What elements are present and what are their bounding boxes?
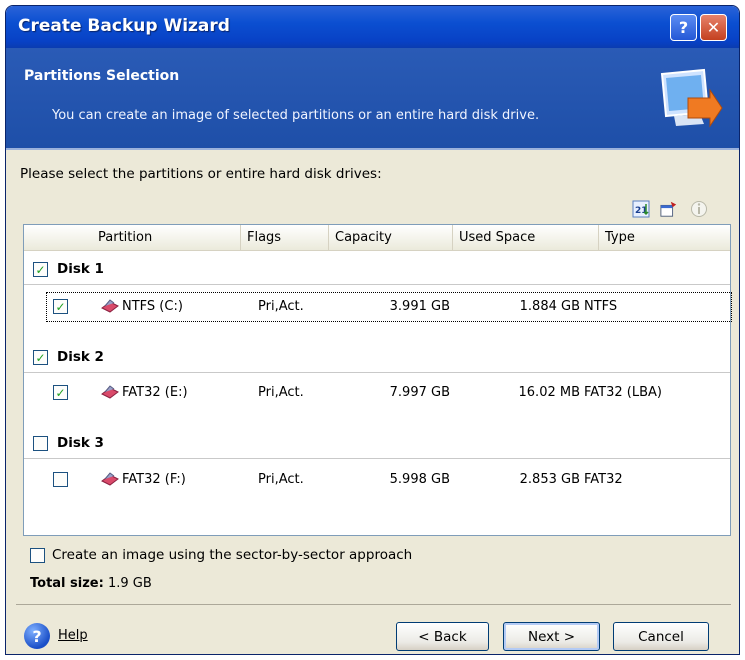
grid-header: Partition Flags Capacity Used Space Type [24, 225, 730, 251]
partition-name: FAT32 (E:) [122, 385, 188, 400]
partition-row-f[interactable]: FAT32 (F:) Pri,Act. 5.998 GB 2.853 GB FA… [24, 465, 730, 495]
partition-capacity: 5.998 GB [389, 472, 450, 487]
disk-3-checkbox[interactable] [33, 436, 48, 451]
check-icon: ✓ [55, 299, 66, 314]
info-icon[interactable] [690, 200, 708, 218]
window-title: Create Backup Wizard [18, 16, 230, 36]
selection-prompt: Please select the partitions or entire h… [20, 166, 382, 182]
footer-divider [16, 604, 731, 605]
help-label[interactable]: Help [58, 628, 88, 643]
grid-toolbar: 21 [632, 200, 722, 220]
total-size-value: 1.9 GB [107, 576, 152, 591]
total-size: Total size: 1.9 GB [30, 576, 152, 591]
title-bar: Create Backup Wizard ? ✕ [6, 6, 739, 48]
next-button[interactable]: Next > [503, 622, 600, 651]
help-icon[interactable]: ? [24, 623, 50, 649]
partition-row-c[interactable]: ✓ NTFS (C:) Pri,Act. 3.991 GB 1.884 GB N… [24, 292, 732, 322]
close-icon: ✕ [706, 18, 721, 37]
disk-label: Disk 3 [57, 435, 104, 451]
partition-c-checkbox[interactable]: ✓ [53, 299, 68, 314]
computer-backup-icon [660, 68, 723, 128]
divider [24, 284, 730, 285]
disk-row-2[interactable]: ✓ Disk 2 [24, 345, 730, 373]
page-subtitle: You can create an image of selected part… [52, 108, 540, 123]
disk-1-checkbox[interactable]: ✓ [33, 262, 48, 277]
partition-f-checkbox[interactable] [53, 472, 68, 487]
cancel-button-label: Cancel [638, 628, 684, 645]
next-button-label: Next > [527, 628, 576, 645]
partition-icon [101, 472, 119, 486]
divider [24, 458, 730, 459]
partition-grid[interactable]: Partition Flags Capacity Used Space Type… [23, 224, 732, 536]
sector-by-sector-checkbox[interactable] [30, 548, 45, 563]
column-header-used-space[interactable]: Used Space [452, 225, 598, 251]
close-button[interactable]: ✕ [700, 14, 727, 41]
column-header-partition[interactable]: Partition [92, 225, 240, 251]
partition-used-space: 2.853 GB [519, 472, 580, 487]
partition-icon [101, 299, 119, 313]
column-header-flags[interactable]: Flags [240, 225, 328, 251]
partition-capacity: 3.991 GB [389, 299, 450, 314]
divider [24, 372, 730, 373]
page-title: Partitions Selection [24, 68, 180, 84]
sort-icon[interactable]: 21 [632, 200, 650, 218]
partition-name: NTFS (C:) [122, 299, 183, 314]
properties-icon[interactable] [660, 200, 678, 218]
partition-row-e[interactable]: ✓ FAT32 (E:) Pri,Act. 7.997 GB 16.02 MB … [24, 378, 730, 408]
back-button-label: < Back [418, 628, 467, 645]
disk-row-1[interactable]: ✓ Disk 1 [24, 257, 730, 285]
disk-2-checkbox[interactable]: ✓ [33, 350, 48, 365]
total-size-label: Total size: [30, 576, 104, 591]
column-header-check[interactable] [24, 225, 92, 251]
column-header-type[interactable]: Type [598, 225, 732, 251]
disk-label: Disk 2 [57, 349, 104, 365]
partition-capacity: 7.997 GB [389, 385, 450, 400]
column-header-capacity[interactable]: Capacity [328, 225, 452, 251]
partition-type: FAT32 (LBA) [584, 385, 662, 400]
partition-name: FAT32 (F:) [122, 472, 186, 487]
check-icon: ✓ [35, 262, 46, 277]
back-button[interactable]: < Back [396, 622, 489, 651]
sector-by-sector-label: Create an image using the sector-by-sect… [52, 547, 413, 563]
wizard-header: Partitions Selection You can create an i… [6, 48, 739, 150]
question-icon: ? [32, 626, 42, 646]
disk-row-3[interactable]: Disk 3 [24, 431, 730, 459]
partition-type: NTFS [584, 299, 618, 314]
cancel-button[interactable]: Cancel [613, 622, 709, 651]
wizard-window: Create Backup Wizard ? ✕ Partitions Sele… [5, 5, 740, 655]
partition-flags: Pri,Act. [258, 385, 304, 400]
check-icon: ✓ [35, 350, 46, 365]
title-help-button[interactable]: ? [670, 14, 697, 41]
partition-type: FAT32 [584, 472, 623, 487]
question-icon: ? [678, 18, 689, 37]
check-icon: ✓ [55, 385, 66, 400]
partition-e-checkbox[interactable]: ✓ [53, 385, 68, 400]
partition-used-space: 1.884 GB [519, 299, 580, 314]
partition-icon [101, 385, 119, 399]
partition-flags: Pri,Act. [258, 472, 304, 487]
disk-label: Disk 1 [57, 261, 104, 277]
partition-flags: Pri,Act. [258, 299, 304, 314]
partition-used-space: 16.02 MB [518, 385, 580, 400]
